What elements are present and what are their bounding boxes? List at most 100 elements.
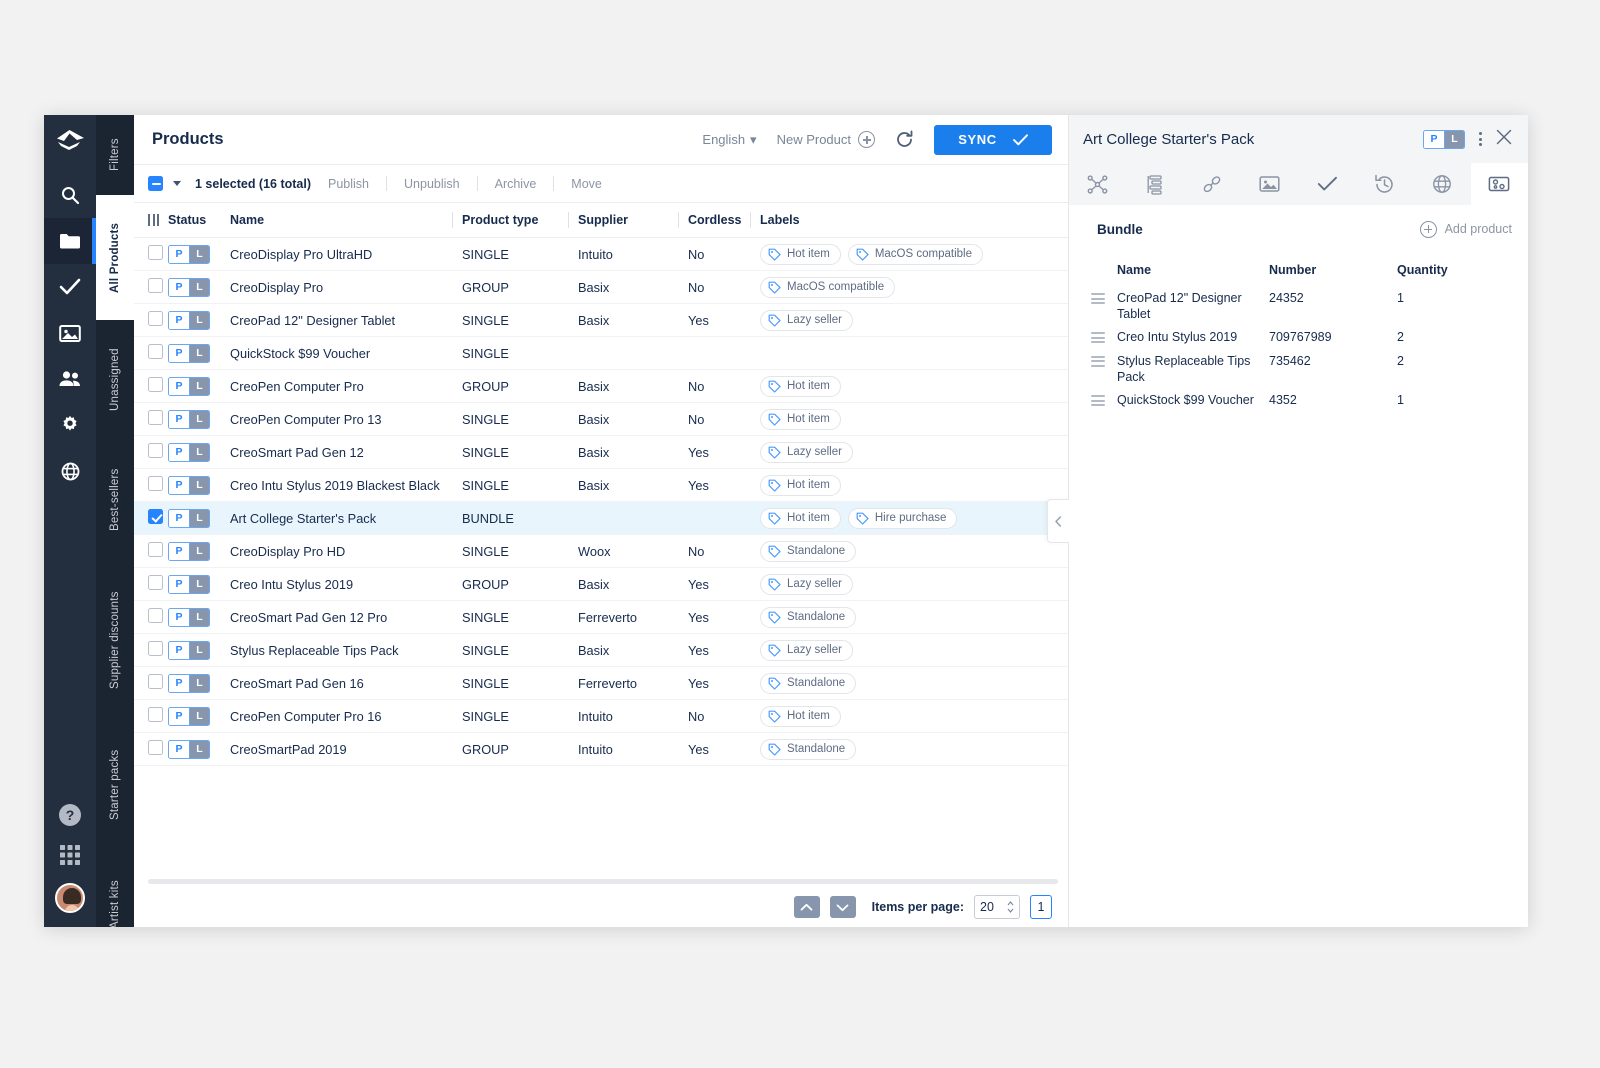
row-checkbox-cell[interactable]	[134, 468, 168, 502]
status-badge[interactable]: PL	[168, 376, 210, 396]
row-checkbox[interactable]	[148, 608, 163, 623]
row-checkbox[interactable]	[148, 674, 163, 689]
column-header-supplier[interactable]: Supplier	[568, 203, 688, 238]
label-chip[interactable]: Hire purchase	[847, 507, 958, 529]
row-name[interactable]: Creo Intu Stylus 2019 Blackest Black	[230, 468, 462, 502]
row-checkbox[interactable]	[148, 311, 163, 326]
status-badge[interactable]: PL	[168, 442, 210, 462]
bundle-row[interactable]: QuickStock $99 Voucher 4352 1	[1091, 389, 1512, 413]
row-name[interactable]: CreoDisplay Pro UltraHD	[230, 237, 462, 271]
language-selector[interactable]: English ▾	[702, 132, 756, 148]
row-name[interactable]: CreoPen Computer Pro	[230, 369, 462, 403]
row-name[interactable]: Creo Intu Stylus 2019	[230, 567, 462, 601]
table-row[interactable]: P L Stylus Replaceable Tips Pack SINGLE Basi…	[134, 633, 1068, 667]
status-badge[interactable]: PL	[168, 475, 210, 495]
status-badge[interactable]: PL	[168, 706, 210, 726]
row-checkbox-cell[interactable]	[134, 732, 168, 766]
label-chip[interactable]: Standalone	[760, 606, 857, 628]
items-per-page-stepper[interactable]: 20	[974, 895, 1020, 919]
apps-grid-icon[interactable]	[59, 844, 81, 871]
bundle-row[interactable]: CreoPad 12" Designer Tablet 24352 1	[1091, 287, 1512, 326]
tab-bundle[interactable]	[1470, 163, 1528, 205]
row-name[interactable]: Art College Starter's Pack	[230, 501, 462, 535]
previous-page-button[interactable]	[793, 896, 820, 918]
row-name[interactable]: CreoPen Computer Pro 16	[230, 699, 462, 733]
vtab-all-products[interactable]: All Products	[96, 195, 134, 320]
column-header-name[interactable]: Name	[230, 203, 462, 238]
next-page-button[interactable]	[829, 896, 856, 918]
tab-media[interactable]	[1241, 163, 1298, 205]
status-badge[interactable]: PL	[168, 640, 210, 660]
users-icon[interactable]	[44, 356, 96, 402]
drag-handle-icon[interactable]	[1091, 291, 1117, 304]
row-checkbox[interactable]	[148, 641, 163, 656]
row-name[interactable]: Stylus Replaceable Tips Pack	[230, 633, 462, 667]
row-name[interactable]: CreoSmart Pad Gen 16	[230, 666, 462, 700]
status-badge[interactable]: PL	[168, 343, 210, 363]
label-chip[interactable]: Standalone	[760, 738, 857, 760]
avatar[interactable]	[55, 883, 85, 913]
vtab-unassigned[interactable]: Unassigned	[96, 320, 134, 440]
label-chip[interactable]: Hot item	[760, 408, 841, 430]
add-product-button[interactable]: Add product	[1419, 220, 1512, 238]
label-chip[interactable]: MacOS compatible	[847, 243, 983, 265]
row-name[interactable]: CreoSmart Pad Gen 12	[230, 435, 462, 469]
status-badge[interactable]: P L	[1423, 129, 1465, 149]
column-grip-handle[interactable]	[134, 203, 168, 238]
row-checkbox-cell[interactable]	[134, 369, 168, 403]
label-chip[interactable]: Hot item	[760, 507, 841, 529]
bundle-row[interactable]: Stylus Replaceable Tips Pack 735462 2	[1091, 350, 1512, 389]
status-badge[interactable]: PL	[168, 508, 210, 528]
row-checkbox-cell[interactable]	[134, 567, 168, 601]
tab-channels[interactable]	[1413, 163, 1470, 205]
row-checkbox[interactable]	[148, 476, 163, 491]
status-badge[interactable]: PL	[168, 310, 210, 330]
scrollbar-track[interactable]	[148, 879, 1058, 884]
row-checkbox-cell[interactable]	[134, 633, 168, 667]
row-checkbox[interactable]	[148, 542, 163, 557]
drag-handle-icon[interactable]	[1091, 330, 1117, 344]
columns-config-icon[interactable]	[148, 214, 168, 226]
row-checkbox[interactable]	[148, 575, 163, 590]
status-badge[interactable]: PL	[168, 409, 210, 429]
table-row[interactable]: P L CreoSmart Pad Gen 16 SINGLE Ferreverto Ye…	[134, 666, 1068, 700]
stepper-arrows-icon[interactable]	[1007, 901, 1014, 913]
row-name[interactable]: CreoPen Computer Pro 13	[230, 402, 462, 436]
table-row[interactable]: P L CreoDisplay Pro HD SINGLE Woox No Standalo…	[134, 534, 1068, 568]
row-checkbox[interactable]	[148, 245, 163, 260]
table-row[interactable]: P L Creo Intu Stylus 2019 Blackest Black SI…	[134, 468, 1068, 502]
row-checkbox-cell[interactable]	[134, 336, 168, 370]
tab-attributes[interactable]	[1126, 163, 1183, 205]
label-chip[interactable]: Lazy seller	[760, 639, 853, 661]
tab-completeness[interactable]	[1299, 163, 1356, 205]
bundle-row-drag-cell[interactable]	[1091, 287, 1117, 326]
close-icon[interactable]	[1496, 129, 1512, 150]
new-product-button[interactable]: New Product	[777, 131, 875, 148]
vtab-supplier-discounts[interactable]: Supplier discounts	[96, 560, 134, 720]
tab-history[interactable]	[1356, 163, 1413, 205]
status-badge[interactable]: PL	[168, 244, 210, 264]
status-badge[interactable]: PL	[168, 673, 210, 693]
gear-icon[interactable]	[44, 402, 96, 448]
row-checkbox-cell[interactable]	[134, 402, 168, 436]
label-chip[interactable]: Hot item	[760, 375, 841, 397]
check-icon[interactable]	[44, 264, 96, 310]
move-button[interactable]: Move	[571, 177, 602, 191]
app-logo[interactable]	[55, 129, 85, 158]
table-row[interactable]: P L CreoSmart Pad Gen 12 Pro SINGLE Ferrever…	[134, 600, 1068, 634]
table-row[interactable]: P L CreoDisplay Pro UltraHD SINGLE Intuito No…	[134, 237, 1068, 271]
row-name[interactable]: CreoPad 12" Designer Tablet	[230, 303, 462, 337]
row-checkbox[interactable]	[148, 707, 163, 722]
row-checkbox-cell[interactable]	[134, 270, 168, 304]
drag-handle-icon[interactable]	[1091, 393, 1117, 407]
status-badge[interactable]: PL	[168, 607, 210, 627]
vtab-artist-kits[interactable]: Artist kits	[96, 850, 134, 927]
row-name[interactable]: QuickStock $99 Voucher	[230, 336, 462, 370]
unpublish-button[interactable]: Unpublish	[404, 177, 460, 191]
row-checkbox[interactable]	[148, 377, 163, 392]
label-chip[interactable]: Lazy seller	[760, 573, 853, 595]
row-checkbox[interactable]	[148, 443, 163, 458]
table-row[interactable]: P L QuickStock $99 Voucher SINGLE	[134, 336, 1068, 370]
globe-icon[interactable]	[44, 448, 96, 494]
label-chip[interactable]: MacOS compatible	[760, 276, 896, 298]
